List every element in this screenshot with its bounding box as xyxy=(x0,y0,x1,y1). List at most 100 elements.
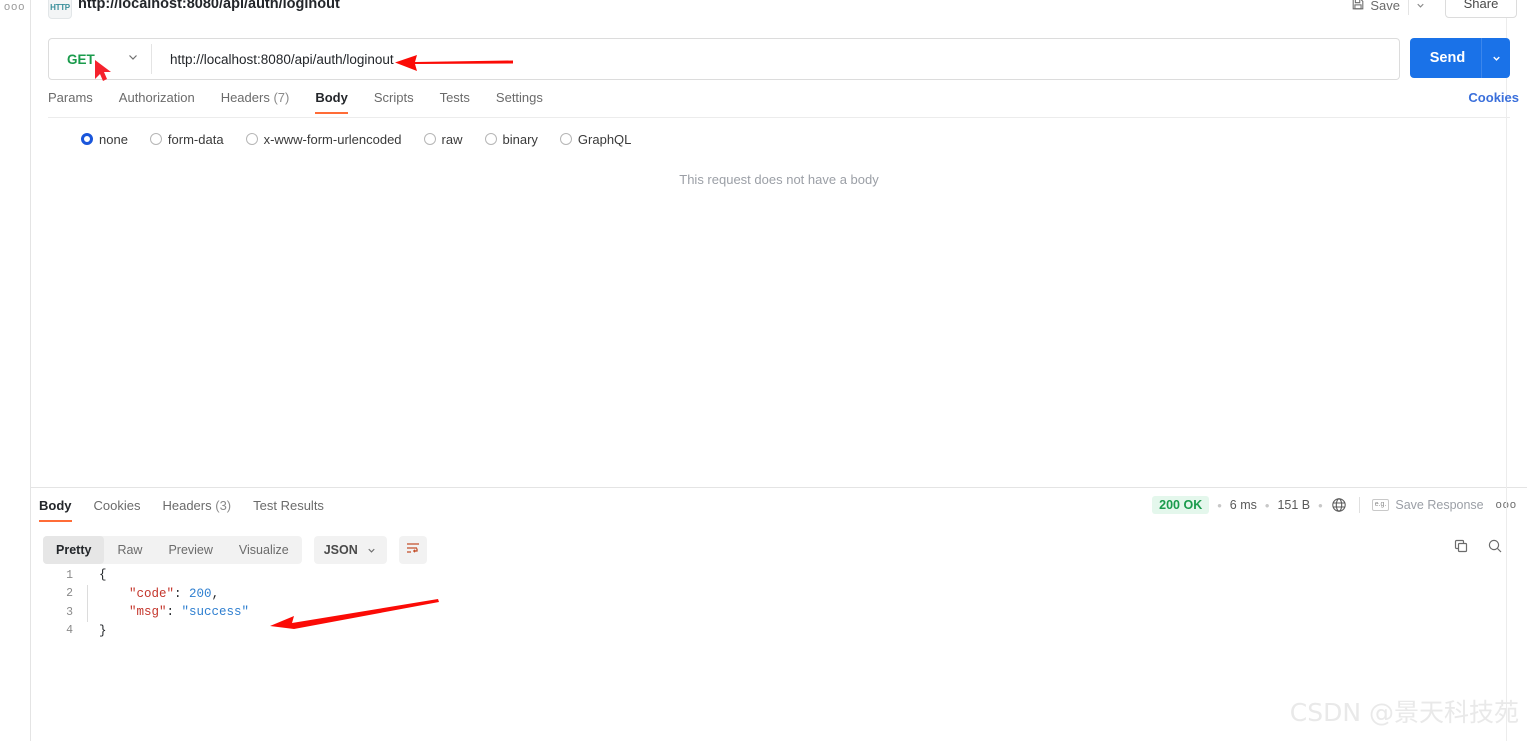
url-input[interactable] xyxy=(152,50,1399,68)
radio-button[interactable] xyxy=(245,133,258,145)
wrap-text-button[interactable] xyxy=(398,536,427,564)
request-tab-headers[interactable]: Headers (7) xyxy=(221,90,290,114)
chevron-down-icon xyxy=(1416,3,1424,8)
send-dropdown-caret[interactable] xyxy=(1481,38,1510,78)
code-text: "code": 200, xyxy=(99,587,219,601)
method-label: GET xyxy=(67,51,95,67)
response-tab-cookies[interactable]: Cookies xyxy=(94,498,141,522)
body-type-graphql[interactable]: GraphQL xyxy=(559,131,632,147)
code-token: : xyxy=(166,605,182,620)
globe-icon[interactable] xyxy=(1331,497,1347,513)
search-icon[interactable] xyxy=(1487,538,1503,554)
code-token: "msg" xyxy=(129,605,167,620)
body-type-label: form-data xyxy=(167,131,224,147)
rail-more-dots[interactable]: ooo xyxy=(4,2,25,13)
code-token: { xyxy=(99,568,107,583)
tab-label: Headers xyxy=(162,498,212,513)
postman-app-window: ooo HTTP http://localhost:8080/api/auth/… xyxy=(0,0,1527,741)
body-type-label: none xyxy=(99,131,128,147)
chevron-down-icon xyxy=(368,548,375,553)
indent-guide xyxy=(87,584,88,603)
response-tools-right xyxy=(1453,538,1503,554)
response-view-modes: Pretty Raw Preview Visualize xyxy=(43,536,302,564)
tab-label: Params xyxy=(48,90,93,105)
body-type-form-data[interactable]: form-data xyxy=(149,131,224,147)
body-type-none[interactable]: none xyxy=(81,132,128,147)
method-selector[interactable]: GET xyxy=(49,40,151,78)
request-title-bar: HTTP http://localhost:8080/api/auth/logi… xyxy=(31,0,1527,26)
request-tab-body[interactable]: Body xyxy=(315,90,348,114)
send-label: Send xyxy=(1429,50,1466,66)
radio-button[interactable] xyxy=(423,133,436,145)
save-response-button[interactable]: e.g. Save Response xyxy=(1371,498,1484,512)
copy-icon[interactable] xyxy=(1453,538,1469,554)
request-tab-settings[interactable]: Settings xyxy=(496,90,543,114)
indent-guide xyxy=(87,566,88,585)
code-token: "code" xyxy=(129,586,175,601)
response-tabs: Body Cookies Headers (3) Test Results xyxy=(39,498,346,522)
csdn-watermark: CSDN @景天科技苑 xyxy=(1289,698,1519,727)
view-mode-visualize[interactable]: Visualize xyxy=(226,536,302,564)
body-type-x-www-form-urlencoded[interactable]: x-www-form-urlencoded xyxy=(245,131,402,147)
tab-label: Tests xyxy=(439,90,470,105)
request-tab-scripts[interactable]: Scripts xyxy=(374,90,414,114)
code-line: 4} xyxy=(43,622,1503,641)
wrap-text-icon xyxy=(405,540,421,561)
body-type-label: x-www-form-urlencoded xyxy=(263,131,402,147)
chevron-down-icon xyxy=(1492,56,1500,61)
response-tab-headers[interactable]: Headers (3) xyxy=(162,498,231,522)
tab-count: (7) xyxy=(273,90,290,105)
cookies-link[interactable]: Cookies xyxy=(1468,90,1519,105)
code-line: 2 "code": 200, xyxy=(43,584,1503,603)
body-type-raw[interactable]: raw xyxy=(423,132,463,147)
radio-button[interactable] xyxy=(81,133,93,145)
meta-separator xyxy=(1358,497,1360,513)
line-number: 4 xyxy=(66,624,73,638)
save-dropdown-caret[interactable] xyxy=(1408,0,1431,15)
request-title: http://localhost:8080/api/auth/loginout xyxy=(78,0,340,12)
http-protocol-icon: HTTP xyxy=(48,0,72,19)
radio-button[interactable] xyxy=(559,133,572,145)
response-tab-test-results[interactable]: Test Results xyxy=(253,498,324,522)
code-text: "msg": "success" xyxy=(99,605,249,619)
response-size: 151 B xyxy=(1277,498,1311,512)
request-tab-params[interactable]: Params xyxy=(48,90,93,114)
response-meta: 200 OK • 6 ms • 151 B • e.g. Save Respon… xyxy=(1152,496,1517,514)
tab-label: Test Results xyxy=(253,498,324,513)
code-text: { xyxy=(99,568,107,582)
indent-guide xyxy=(87,603,88,622)
view-mode-pretty[interactable]: Pretty xyxy=(43,536,105,564)
pane-splitter[interactable] xyxy=(31,487,1527,488)
status-badge: 200 OK xyxy=(1152,496,1210,514)
tab-count: (3) xyxy=(215,498,232,513)
share-button[interactable]: Share xyxy=(1445,0,1517,18)
body-type-radio-group: none form-data x-www-form-urlencoded raw bin… xyxy=(81,129,653,149)
radio-button[interactable] xyxy=(484,133,497,145)
send-button[interactable]: Send xyxy=(1410,38,1510,78)
response-body-code[interactable]: 1{2 "code": 200, 3 "msg": "success" 4} xyxy=(43,566,1503,640)
indent-guide xyxy=(87,622,88,641)
view-mode-raw[interactable]: Raw xyxy=(104,536,155,564)
request-tab-authorization[interactable]: Authorization xyxy=(119,90,195,114)
request-tabs: Params Authorization Headers (7) Body Script… xyxy=(48,90,1510,118)
tab-label: Cookies xyxy=(93,498,141,513)
code-token: } xyxy=(99,623,107,638)
radio-button[interactable] xyxy=(149,133,162,145)
request-tab-tests[interactable]: Tests xyxy=(440,90,470,114)
response-tab-body[interactable]: Body xyxy=(39,498,72,522)
tab-label: Authorization xyxy=(118,90,195,105)
tab-label: Body xyxy=(315,90,348,105)
save-button[interactable]: Save xyxy=(1347,0,1408,16)
example-icon: e.g. xyxy=(1371,499,1390,511)
http-badge-label: HTTP xyxy=(50,2,70,12)
share-label: Share xyxy=(1463,0,1499,11)
save-label: Save xyxy=(1370,0,1400,13)
code-text: } xyxy=(99,624,107,638)
body-type-label: GraphQL xyxy=(577,131,632,147)
response-format-select[interactable]: JSON xyxy=(313,536,387,564)
view-mode-preview[interactable]: Preview xyxy=(155,536,225,564)
tab-label: Body xyxy=(39,498,72,513)
body-type-binary[interactable]: binary xyxy=(484,132,538,147)
code-token: "success" xyxy=(181,605,250,620)
